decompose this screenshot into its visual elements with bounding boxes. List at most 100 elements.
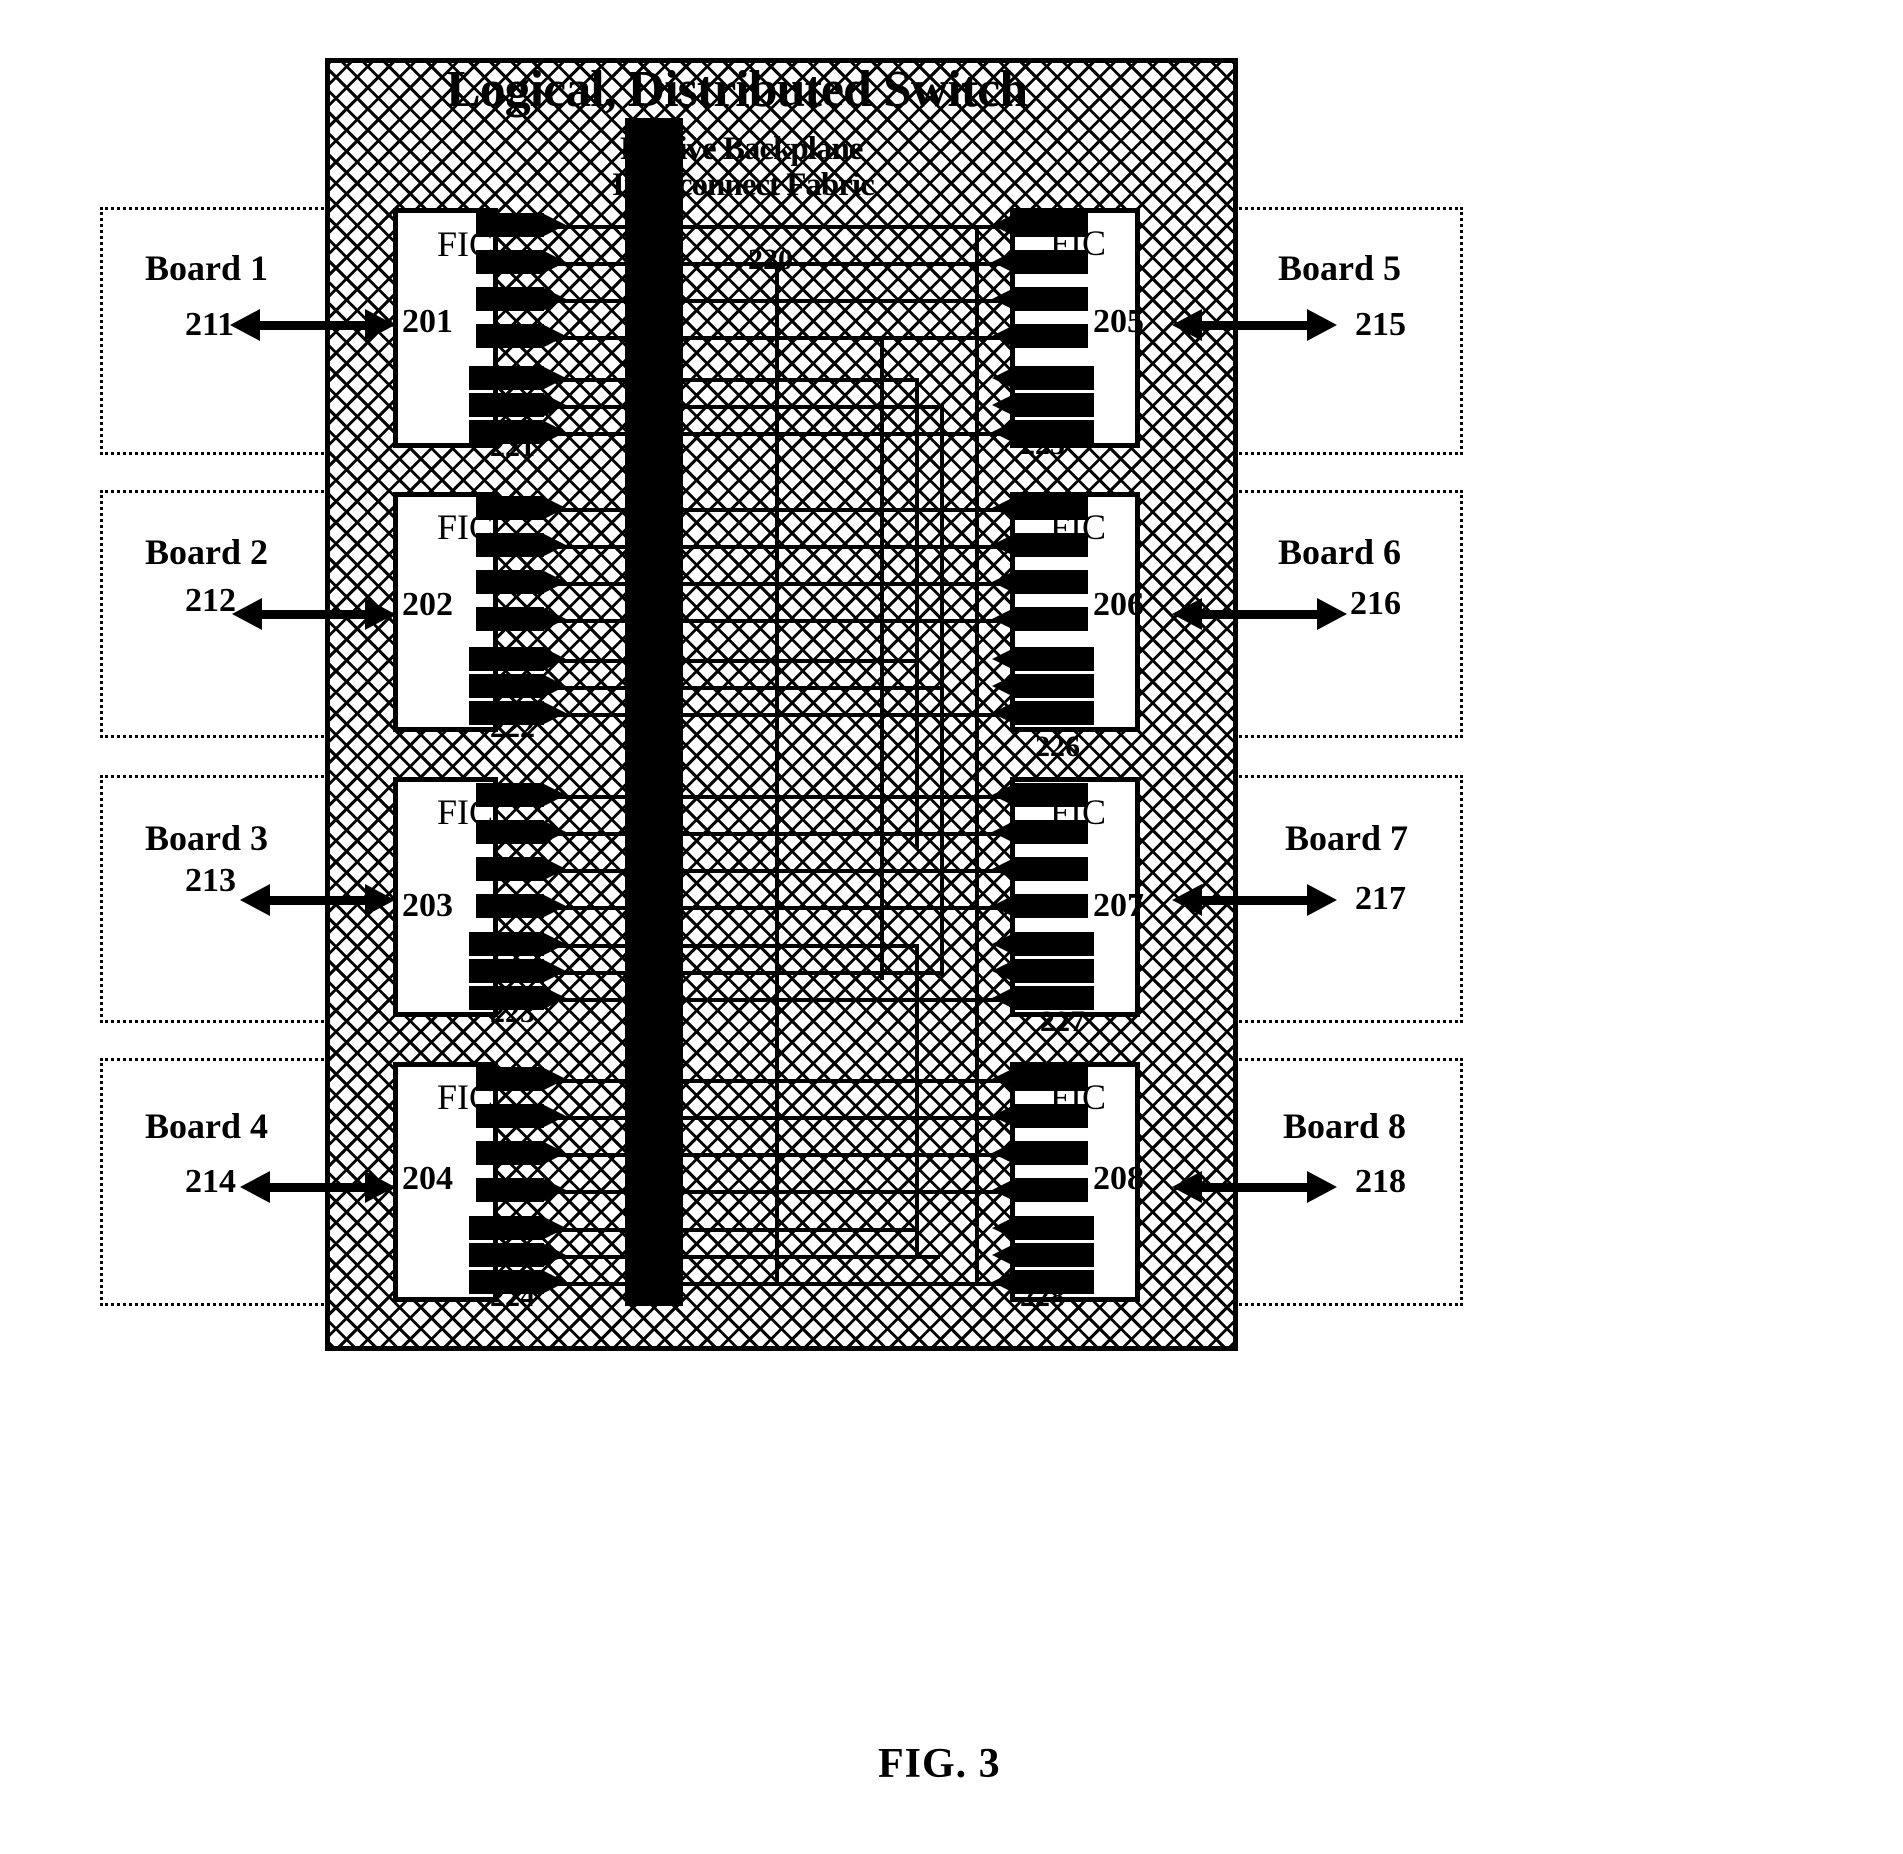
route-line xyxy=(545,508,1015,512)
patent-figure-canvas: Logical, Distributed Switch Passive Back… xyxy=(0,0,1903,1854)
port-arrow-icon xyxy=(992,960,1014,982)
port-arrow-icon xyxy=(992,325,1014,347)
port-arrow-icon xyxy=(992,648,1014,670)
fic-port[interactable] xyxy=(1014,393,1094,417)
port-arrow-icon xyxy=(544,394,566,416)
fic-port[interactable] xyxy=(476,1141,544,1165)
route-line xyxy=(545,432,1015,436)
connector-ref-222: 222 xyxy=(490,711,535,744)
fic-ref-205: 205 xyxy=(1093,303,1144,340)
connector-ref-226: 226 xyxy=(1035,730,1080,763)
fic-port[interactable] xyxy=(1014,1216,1094,1240)
port-arrow-icon xyxy=(544,648,566,670)
fic-port[interactable] xyxy=(1014,959,1094,983)
figure-caption: FIG. 3 xyxy=(878,1741,1001,1787)
fic-port[interactable] xyxy=(1014,533,1088,557)
fic-port[interactable] xyxy=(1014,894,1088,918)
fic-port[interactable] xyxy=(1014,647,1094,671)
fic-port[interactable] xyxy=(1014,250,1088,274)
arrow-shaft xyxy=(262,1183,373,1192)
fic-port[interactable] xyxy=(476,1178,544,1202)
fic-port[interactable] xyxy=(1014,1141,1088,1165)
arrow-head-right-icon xyxy=(1307,884,1337,916)
port-arrow-icon xyxy=(992,421,1014,443)
fic-port[interactable] xyxy=(476,250,544,274)
fic-port[interactable] xyxy=(476,820,544,844)
port-arrow-icon xyxy=(544,933,566,955)
route-line xyxy=(545,378,915,382)
port-arrow-icon xyxy=(992,784,1014,806)
arrow-shaft xyxy=(254,610,373,619)
port-arrow-icon xyxy=(992,702,1014,724)
fic-port[interactable] xyxy=(1014,932,1094,956)
fic-port[interactable] xyxy=(1014,570,1088,594)
port-arrow-icon xyxy=(992,214,1014,236)
fic-port[interactable] xyxy=(1014,607,1088,631)
board-label-4: Board 4 xyxy=(145,1106,269,1146)
arrow-shaft xyxy=(252,321,373,330)
fic-port[interactable] xyxy=(1014,213,1088,237)
port-arrow-icon xyxy=(544,784,566,806)
fic-port[interactable] xyxy=(476,783,544,807)
fic-port[interactable] xyxy=(469,393,544,417)
fic-port[interactable] xyxy=(1014,857,1088,881)
port-arrow-icon xyxy=(992,933,1014,955)
fic-port[interactable] xyxy=(1014,1067,1088,1091)
arrow-head-right-icon xyxy=(365,884,395,916)
port-arrow-icon xyxy=(992,1068,1014,1090)
route-line xyxy=(545,225,1015,229)
fic-port[interactable] xyxy=(476,570,544,594)
fic-port[interactable] xyxy=(476,213,544,237)
connector-ref-228: 228 xyxy=(1020,1280,1065,1313)
route-line xyxy=(915,378,919,848)
arrow-head-right-icon xyxy=(365,309,395,341)
fic-port[interactable] xyxy=(469,932,544,956)
fic-port[interactable] xyxy=(476,1067,544,1091)
fic-port[interactable] xyxy=(1014,701,1094,725)
board-label-1: Board 1 xyxy=(145,248,269,288)
fic-port[interactable] xyxy=(469,959,544,983)
fic-port[interactable] xyxy=(476,496,544,520)
port-arrow-icon xyxy=(544,702,566,724)
fic-port[interactable] xyxy=(469,647,544,671)
connector-ref-223: 223 xyxy=(490,996,535,1029)
arrow-head-right-icon xyxy=(1317,598,1347,630)
port-arrow-icon xyxy=(544,1105,566,1127)
port-arrow-icon xyxy=(992,1244,1014,1266)
fic-port[interactable] xyxy=(1014,287,1088,311)
fic-port[interactable] xyxy=(476,894,544,918)
fic-port[interactable] xyxy=(1014,820,1088,844)
fic-port[interactable] xyxy=(476,324,544,348)
fic-port[interactable] xyxy=(469,366,544,390)
port-arrow-icon xyxy=(992,571,1014,593)
fic-port[interactable] xyxy=(1014,1178,1088,1202)
fic-port[interactable] xyxy=(469,674,544,698)
board-ref-4: 214 xyxy=(185,1163,236,1200)
arrow-head-right-icon xyxy=(365,1171,395,1203)
fic-port[interactable] xyxy=(1014,783,1088,807)
port-arrow-icon xyxy=(544,608,566,630)
fic-port[interactable] xyxy=(476,1104,544,1128)
port-arrow-icon xyxy=(992,675,1014,697)
route-line xyxy=(545,795,1015,799)
arrow-head-right-icon xyxy=(365,598,395,630)
route-line xyxy=(545,906,1015,910)
route-line xyxy=(545,944,915,948)
fic-port[interactable] xyxy=(1014,1243,1094,1267)
fic-port[interactable] xyxy=(1014,674,1094,698)
fic-port[interactable] xyxy=(1014,1104,1088,1128)
fic-port[interactable] xyxy=(1014,496,1088,520)
fic-port[interactable] xyxy=(1014,324,1088,348)
fic-port[interactable] xyxy=(1014,366,1094,390)
fic-port[interactable] xyxy=(469,1243,544,1267)
fic-port[interactable] xyxy=(469,1216,544,1240)
port-arrow-icon xyxy=(544,895,566,917)
route-line xyxy=(545,869,1015,873)
route-line xyxy=(545,336,1015,340)
fic-port[interactable] xyxy=(476,533,544,557)
route-line xyxy=(545,582,1015,586)
fic-port[interactable] xyxy=(476,857,544,881)
fic-port[interactable] xyxy=(476,287,544,311)
fic-port[interactable] xyxy=(476,607,544,631)
port-arrow-icon xyxy=(992,497,1014,519)
